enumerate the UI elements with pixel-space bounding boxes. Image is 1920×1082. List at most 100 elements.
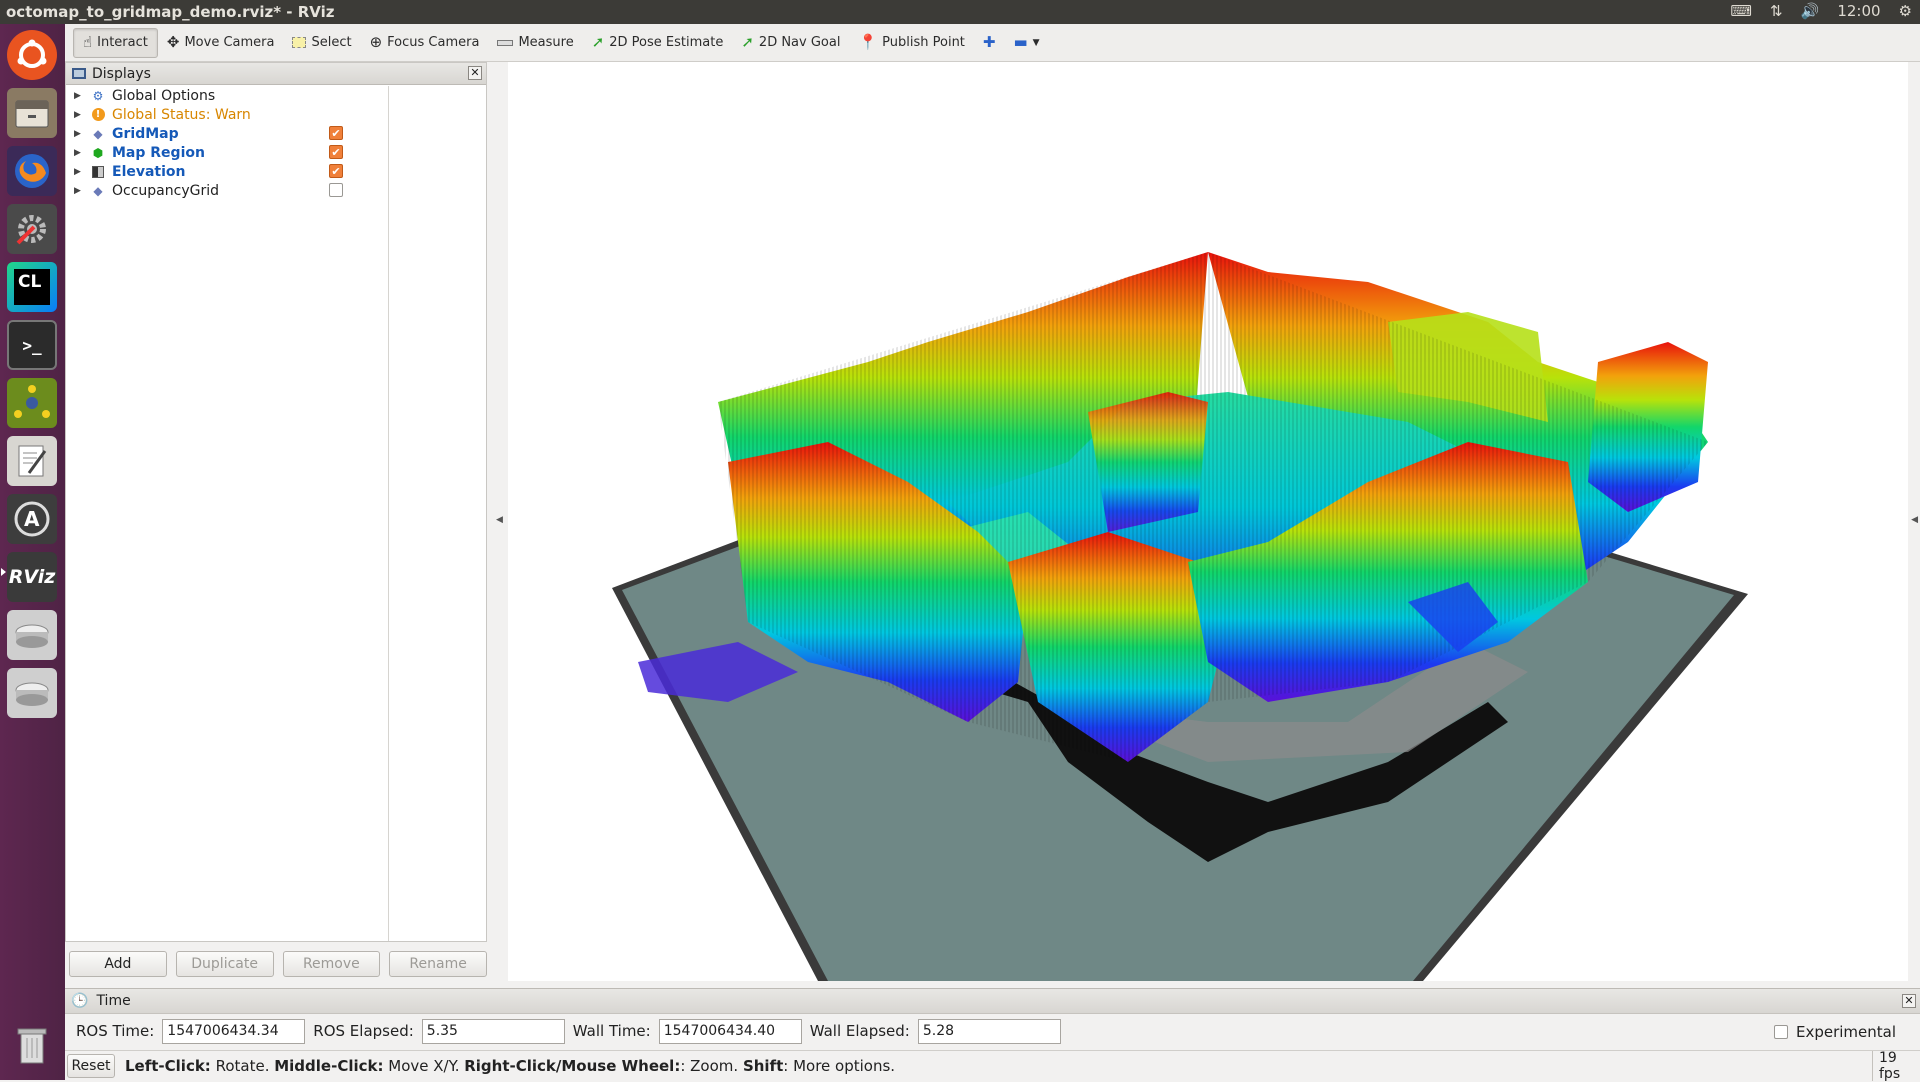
green-arrow-icon: ➚: [591, 33, 605, 51]
green-arrow-icon: ➚: [741, 33, 754, 51]
rviz-toolbar: ☝ Interact ✥ Move Camera Select ⊕ Focus Cam…: [65, 24, 1920, 62]
add-button[interactable]: Add: [69, 951, 167, 977]
expand-arrow-icon[interactable]: ▶: [74, 129, 86, 139]
close-icon[interactable]: ✕: [1902, 994, 1916, 1008]
tree-item-gridmap[interactable]: ▶ ◆ GridMap ✔: [66, 124, 486, 143]
drive-icon[interactable]: [7, 610, 57, 660]
drive-icon[interactable]: [7, 668, 57, 718]
ros-time-field[interactable]: 1547006434.34: [162, 1018, 306, 1044]
experimental-checkbox[interactable]: [1773, 1025, 1788, 1039]
grid-cells-icon: [90, 165, 106, 179]
svg-text:A: A: [24, 507, 40, 531]
interact-tool[interactable]: ☝ Interact: [73, 27, 158, 58]
time-panel-header: 🕒 Time ✕: [65, 988, 1920, 1014]
experimental-toggle[interactable]: Experimental: [1773, 1023, 1896, 1041]
network-arrows-icon[interactable]: ⇅: [1770, 2, 1783, 20]
network-icon[interactable]: [7, 378, 57, 428]
rviz-icon[interactable]: RViz: [7, 552, 57, 602]
select-tool[interactable]: Select: [283, 28, 360, 58]
top-menu-bar: octomap_to_gridmap_demo.rviz* - RViz ⌨ ⇅…: [0, 0, 1920, 24]
warning-icon: !: [90, 108, 106, 122]
green-cube-icon: ⬢: [92, 145, 104, 160]
clock[interactable]: 12:00: [1837, 2, 1880, 20]
volume-icon[interactable]: 🔊: [1801, 2, 1820, 20]
focus-camera-tool[interactable]: ⊕ Focus Camera: [361, 28, 489, 58]
terminal-icon[interactable]: >_: [7, 320, 57, 370]
pose-estimate-tool[interactable]: ➚ 2D Pose Estimate: [583, 28, 733, 58]
ros-elapsed-label: ROS Elapsed:: [313, 1022, 414, 1040]
trash-icon[interactable]: [7, 1020, 57, 1070]
ruler-icon: [497, 39, 514, 46]
tree-item-occupancy-grid[interactable]: ▶ ◆ OccupancyGrid: [66, 181, 486, 200]
collapse-right-handle[interactable]: ◀: [1911, 515, 1918, 525]
tree-item-elevation[interactable]: ▶ Elevation ✔: [66, 162, 486, 181]
diamond-icon: ◆: [93, 126, 103, 141]
system-tray: ⌨ ⇅ 🔊 12:00 ⚙: [1730, 2, 1912, 20]
launcher-bar: CL >_ A RViz: [0, 24, 65, 1080]
move-arrows-icon: ✥: [166, 33, 180, 51]
settings-icon[interactable]: [7, 204, 57, 254]
monitor-icon: [72, 68, 86, 79]
expand-arrow-icon[interactable]: ▶: [74, 148, 86, 158]
map-region-checkbox[interactable]: ✔: [329, 145, 343, 159]
collapse-left-handle[interactable]: ◀: [496, 515, 503, 525]
tree-item-global-options[interactable]: ▶ ⚙ Global Options: [66, 86, 486, 105]
remove-button[interactable]: Remove: [282, 951, 381, 977]
wall-elapsed-field[interactable]: 5.28: [917, 1018, 1061, 1044]
reset-button[interactable]: Reset: [67, 1053, 115, 1078]
diamond-icon: ◆: [93, 183, 103, 198]
elevation-checkbox[interactable]: ✔: [329, 164, 343, 178]
gridmap-checkbox[interactable]: ✔: [329, 126, 343, 140]
expand-arrow-icon[interactable]: ▶: [74, 110, 86, 120]
keyboard-icon[interactable]: ⌨: [1730, 2, 1752, 20]
text-editor-icon[interactable]: [7, 436, 57, 486]
time-panel: ROS Time: 1547006434.34 ROS Elapsed: 5.35 …: [65, 1014, 1920, 1048]
settings-gear-icon[interactable]: ⚙: [1899, 2, 1912, 20]
wall-time-label: Wall Time:: [572, 1022, 651, 1040]
files-icon[interactable]: [7, 88, 57, 138]
ros-time-label: ROS Time:: [76, 1022, 155, 1040]
wall-time-field[interactable]: 1547006434.40: [658, 1018, 802, 1044]
status-bar: Reset Left-Click: Rotate. Middle-Click: …: [65, 1050, 1920, 1082]
expand-arrow-icon[interactable]: ▶: [74, 186, 86, 196]
window-title: octomap_to_gridmap_demo.rviz* - RViz: [6, 3, 335, 21]
elevation-map-render: [612, 252, 1748, 981]
close-icon[interactable]: ✕: [468, 66, 482, 80]
tree-item-global-status[interactable]: ▶ ! Global Status: Warn: [66, 105, 486, 124]
minus-icon: ▬: [1013, 33, 1028, 51]
occupancy-grid-checkbox[interactable]: [329, 183, 343, 197]
measure-tool[interactable]: Measure: [488, 28, 582, 58]
ubuntu-icon[interactable]: [7, 30, 57, 80]
expand-arrow-icon[interactable]: ▶: [74, 91, 86, 101]
displays-tree: ▶ ⚙ Global Options ▶ ! Global Status: Wa…: [66, 86, 486, 200]
ros-elapsed-field[interactable]: 5.35: [421, 1018, 565, 1044]
move-camera-tool[interactable]: ✥ Move Camera: [158, 28, 284, 58]
displays-buttons: Add Duplicate Remove Rename: [65, 946, 487, 982]
publish-point-tool[interactable]: 📍 Publish Point: [849, 28, 973, 58]
displays-panel: Displays ✕ ▶ ⚙ Global Options ▶ ! Global…: [65, 62, 487, 942]
nav-goal-tool[interactable]: ➚ 2D Nav Goal: [732, 28, 849, 58]
wall-elapsed-label: Wall Elapsed:: [809, 1022, 910, 1040]
fps-counter: 19 fps: [1872, 1050, 1920, 1082]
running-indicator: [1, 568, 6, 576]
gear-icon: ⚙: [92, 88, 104, 103]
plus-icon: ✚: [982, 33, 996, 51]
duplicate-button[interactable]: Duplicate: [175, 951, 274, 977]
dropdown-arrow-icon: ▼: [1032, 37, 1040, 48]
column-divider: [388, 86, 389, 941]
clion-icon[interactable]: CL: [7, 262, 57, 312]
map-pin-icon: 📍: [858, 33, 878, 51]
tree-item-map-region[interactable]: ▶ ⬢ Map Region ✔: [66, 143, 486, 162]
add-tool-button[interactable]: ✚: [974, 28, 1005, 58]
remove-tool-button[interactable]: ▬ ▼: [1004, 28, 1048, 58]
clock-icon: 🕒: [71, 993, 89, 1009]
expand-arrow-icon[interactable]: ▶: [74, 167, 86, 177]
3d-render-view[interactable]: [508, 62, 1908, 981]
help-message: Left-Click: Rotate. Middle-Click: Move X…: [125, 1056, 896, 1075]
select-rectangle-icon: [292, 37, 307, 48]
displays-header: Displays ✕: [66, 63, 486, 85]
rename-button[interactable]: Rename: [389, 951, 487, 977]
software-updater-icon[interactable]: A: [7, 494, 57, 544]
firefox-icon[interactable]: [7, 146, 57, 196]
hand-pointer-icon: ☝: [83, 33, 93, 51]
